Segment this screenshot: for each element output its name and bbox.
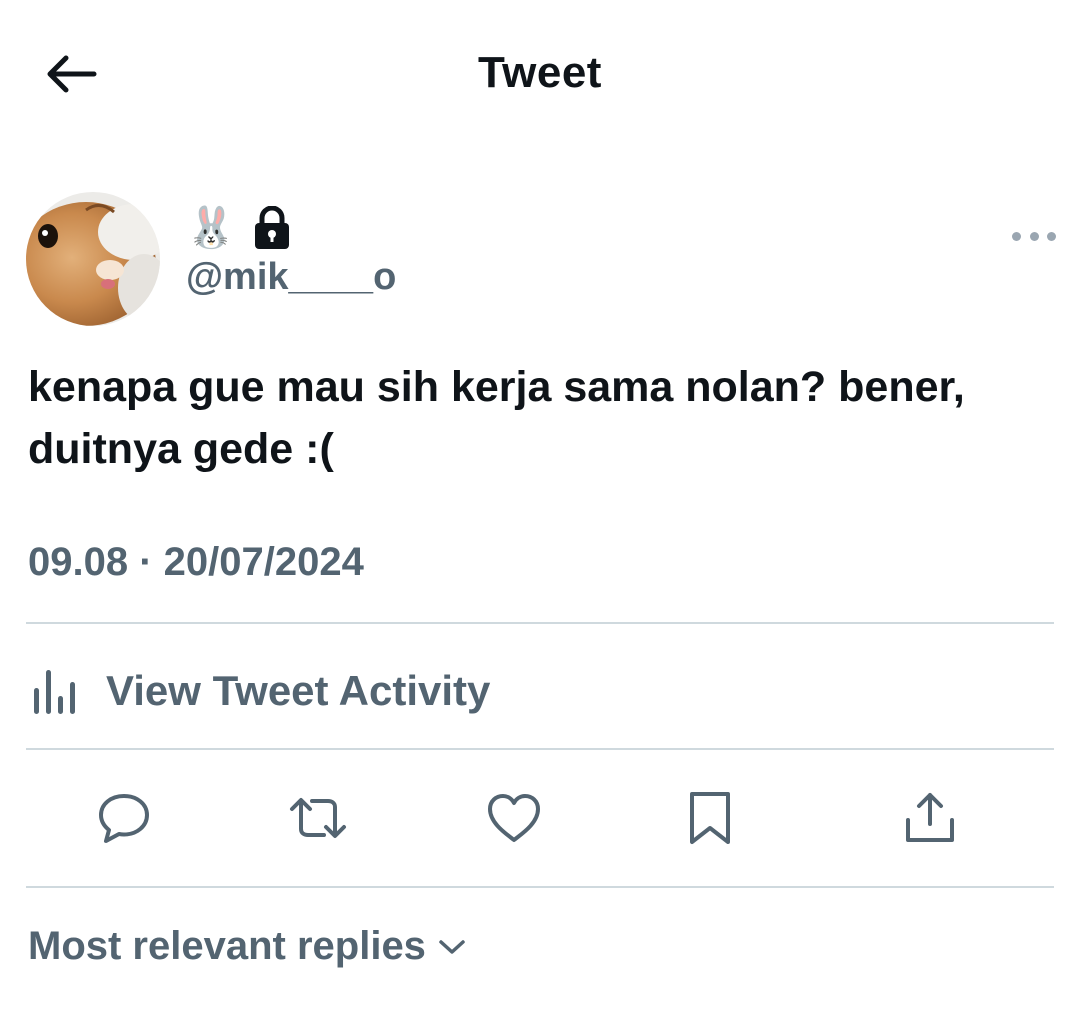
page-title: Tweet (478, 48, 602, 97)
divider (26, 886, 1054, 888)
top-bar: Tweet (0, 0, 1080, 150)
retweet-button[interactable] (288, 788, 348, 848)
reply-icon (99, 794, 149, 843)
replies-sort-dropdown[interactable]: Most relevant replies (28, 924, 466, 969)
tweet-action-bar (0, 778, 1080, 858)
view-tweet-activity-label: View Tweet Activity (106, 667, 491, 714)
display-name-row: 🐰 (186, 204, 292, 252)
avatar[interactable] (26, 192, 160, 326)
replies-sort-label: Most relevant replies (28, 924, 426, 968)
bookmark-button[interactable] (680, 788, 740, 848)
lock-icon (254, 206, 289, 249)
bookmark-icon (690, 792, 730, 844)
user-handle[interactable]: @mik____o (186, 256, 396, 299)
divider (26, 622, 1054, 624)
share-icon (906, 793, 954, 842)
tweet-text: kenapa gue mau sih kerja sama nolan? ben… (28, 363, 965, 473)
tweet-timestamp[interactable]: 09.08 · 20/07/2024 (28, 540, 364, 585)
bar-chart-icon (34, 670, 75, 714)
display-name: 🐰 (186, 205, 236, 251)
avatar-image (26, 192, 160, 326)
more-horizontal-icon (1012, 231, 1021, 241)
view-tweet-activity-link[interactable]: View Tweet Activity (26, 656, 490, 726)
reply-button[interactable] (94, 788, 154, 848)
share-button[interactable] (900, 788, 960, 848)
like-button[interactable] (484, 788, 544, 848)
divider (26, 748, 1054, 750)
chevron-down-icon (439, 939, 465, 954)
tweet-author: 🐰 @mik____o (26, 192, 1056, 328)
like-icon (488, 794, 540, 842)
retweet-icon (290, 798, 346, 838)
more-options-button[interactable] (1012, 226, 1056, 246)
